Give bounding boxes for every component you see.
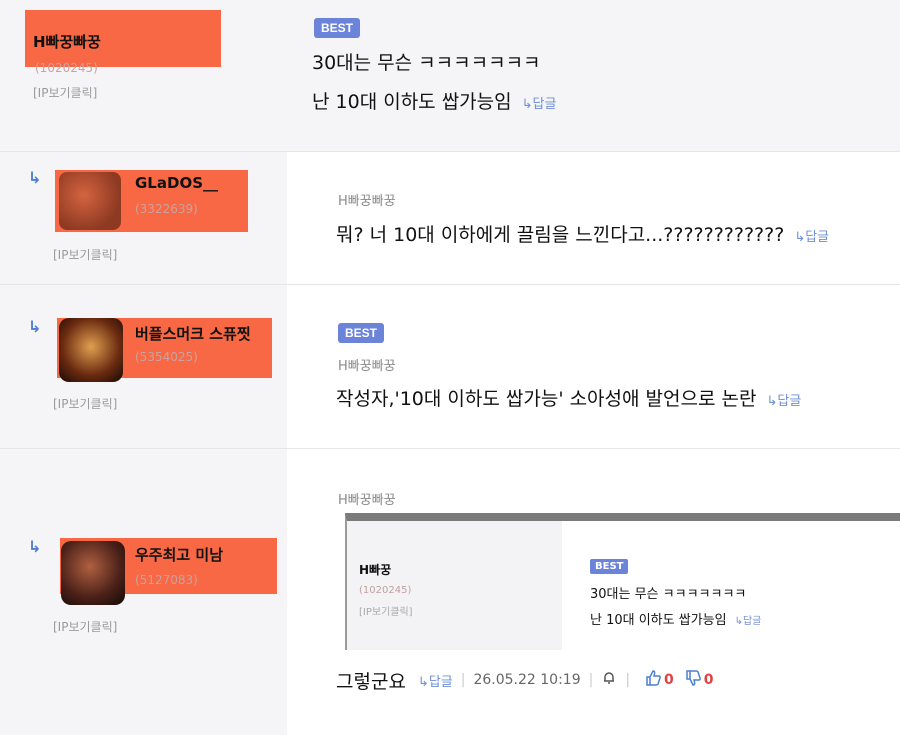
- reply-arrow-icon: ↳: [28, 168, 42, 187]
- ip-view-link[interactable]: [IP보기클릭]: [33, 84, 97, 101]
- embed-text-line2-value: 난 10대 이하도 쌉가능임: [590, 613, 727, 628]
- user-id: (1020245): [35, 61, 98, 75]
- comment-nickname[interactable]: 우주최고 미남: [135, 544, 223, 565]
- comment-author-panel: H빠꿍빠꿍 (1020245) [IP보기클릭]: [0, 0, 287, 151]
- avatar: [59, 318, 123, 382]
- comment-body: H빠꿍빠꿍 뭐? 너 10대 이하에게 끌림을 느낀다고...?????????…: [287, 152, 900, 284]
- divider: |: [625, 672, 631, 688]
- comment-body: BEST H빠꿍빠꿍 작성자,'10대 이하도 쌉가능' 소아성애 발언으로 논…: [287, 285, 900, 448]
- reply-target-author: H빠꿍빠꿍: [338, 493, 396, 508]
- comment-text-value: 작성자,'10대 이하도 쌉가능' 소아성애 발언으로 논란: [336, 388, 757, 410]
- embed-author-panel: H빠꿍 (1020245) [IP보기클릭]: [347, 521, 562, 650]
- comment-nickname[interactable]: GLaDOS__: [135, 174, 218, 192]
- comment-text: 뭐? 너 10대 이하에게 끌림을 느낀다고...???????????? ↳답글: [336, 220, 829, 247]
- comment-nickname[interactable]: H빠꿍빠꿍: [33, 31, 101, 52]
- divider: |: [460, 672, 466, 688]
- bell-icon[interactable]: [601, 670, 617, 690]
- avatar: [61, 541, 125, 605]
- embed-text-line2: 난 10대 이하도 쌉가능임 ↳답글: [590, 609, 761, 628]
- reply-arrow-icon: ↳: [28, 537, 42, 556]
- embed-user-id: (1020245): [359, 585, 412, 596]
- embed-ip-label: [IP보기클릭]: [359, 607, 413, 618]
- reply-link[interactable]: ↳답글: [794, 230, 829, 245]
- comment-row: H빠꿍빠꿍 (1020245) [IP보기클릭] BEST 30대는 무슨 ㅋㅋ…: [0, 0, 900, 152]
- user-id: (5127083): [135, 573, 198, 587]
- divider: |: [588, 672, 594, 688]
- comment-author-panel: ↳ GLaDOS__ (3322639) [IP보기클릭]: [0, 152, 287, 284]
- best-badge: BEST: [314, 18, 361, 38]
- comment-text-line2-value: 난 10대 이하도 쌉가능임: [312, 91, 512, 113]
- comment-body: BEST 30대는 무슨 ㅋㅋㅋㅋㅋㅋㅋ 난 10대 이하도 쌉가능임 ↳답글: [287, 0, 900, 151]
- comment-date: 26.05.22 10:19: [473, 672, 581, 688]
- embedded-screenshot: H빠꿍 (1020245) [IP보기클릭] BEST 30대는 무슨 ㅋㅋㅋㅋ…: [345, 513, 900, 650]
- comment-text: 작성자,'10대 이하도 쌉가능' 소아성애 발언으로 논란 ↳답글: [336, 384, 801, 411]
- ip-view-link[interactable]: [IP보기클릭]: [53, 395, 117, 412]
- embed-best-badge: BEST: [590, 559, 629, 574]
- reply-target-author: H빠꿍빠꿍: [338, 359, 396, 374]
- reply-link[interactable]: ↳답글: [418, 671, 453, 690]
- comment-footer: 그렇군요 ↳답글 | 26.05.22 10:19 | | 0 0: [336, 666, 714, 694]
- comment-row: ↳ GLaDOS__ (3322639) [IP보기클릭] H빠꿍빠꿍 뭐? 너…: [0, 152, 900, 285]
- like-count: 0: [664, 672, 674, 688]
- comment-nickname[interactable]: 버플스머크 스퓨찟: [135, 323, 251, 344]
- comment-text: 그렇군요: [336, 670, 406, 693]
- reply-link[interactable]: ↳답글: [522, 97, 557, 112]
- embed-text-line1: 30대는 무슨 ㅋㅋㅋㅋㅋㅋㅋ: [590, 587, 747, 602]
- user-id: (3322639): [135, 202, 198, 216]
- thumbs-up-icon[interactable]: [644, 669, 662, 691]
- comment-author-panel: ↳ 우주최고 미남 (5127083) [IP보기클릭]: [0, 449, 287, 735]
- embed-reply-link: ↳답글: [734, 616, 762, 627]
- dislike-count: 0: [703, 672, 714, 688]
- reply-link[interactable]: ↳답글: [766, 394, 801, 409]
- ip-view-link[interactable]: [IP보기클릭]: [53, 246, 117, 263]
- comment-author-panel: ↳ 버플스머크 스퓨찟 (5354025) [IP보기클릭]: [0, 285, 287, 448]
- comment-text-line2: 난 10대 이하도 쌉가능임 ↳답글: [312, 87, 556, 114]
- ip-view-link[interactable]: [IP보기클릭]: [53, 618, 117, 635]
- user-id: (5354025): [135, 350, 198, 364]
- embed-nickname: H빠꿍: [359, 563, 392, 577]
- best-badge: BEST: [338, 323, 385, 343]
- comment-text-value: 뭐? 너 10대 이하에게 끌림을 느낀다고...????????????: [336, 224, 785, 246]
- avatar: [59, 172, 121, 230]
- comment-row: ↳ 버플스머크 스퓨찟 (5354025) [IP보기클릭] BEST H빠꿍빠…: [0, 285, 900, 449]
- reply-target-author: H빠꿍빠꿍: [338, 194, 396, 209]
- thumbs-down-icon[interactable]: [684, 669, 702, 691]
- reply-arrow-icon: ↳: [28, 317, 42, 336]
- comment-text-line1: 30대는 무슨 ㅋㅋㅋㅋㅋㅋㅋ: [312, 52, 541, 74]
